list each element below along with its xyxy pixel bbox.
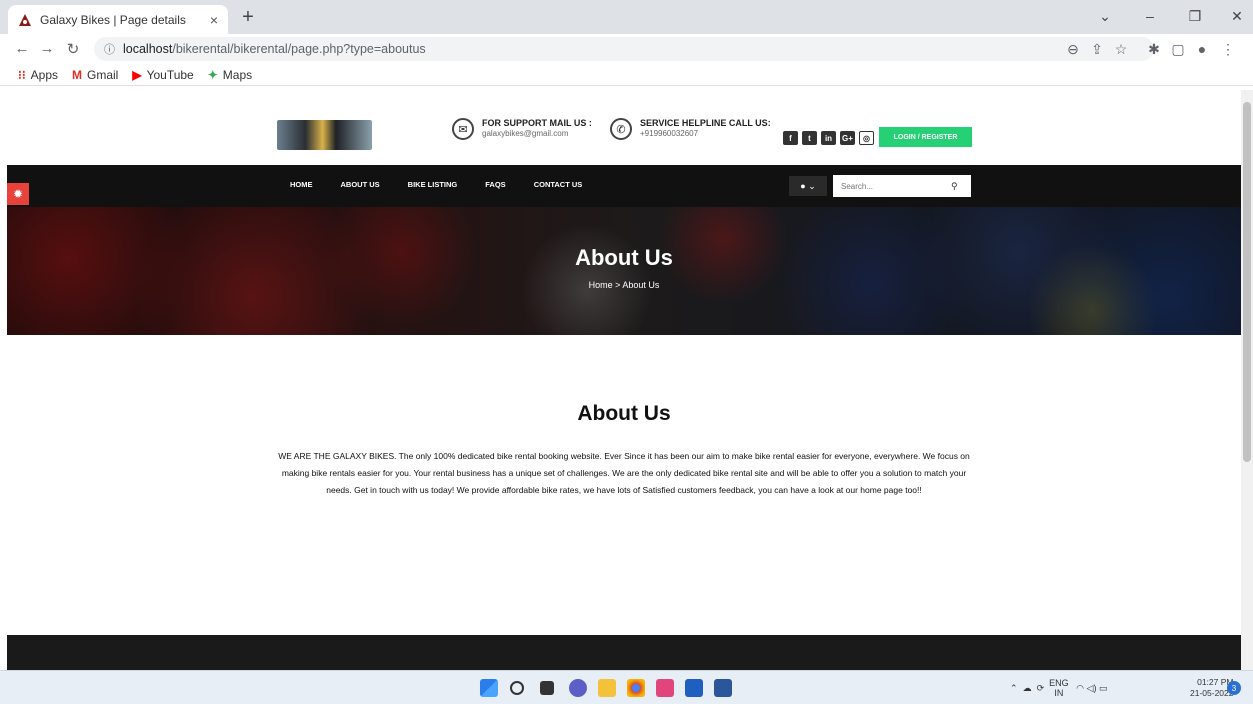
breadcrumb: Home > About Us [7, 280, 1241, 290]
browser-toolbar: ← → ↻ ⓘ localhost/bikerental/bikerental/… [0, 34, 1253, 64]
envelope-icon: ✉ [452, 118, 474, 140]
windows-start-icon[interactable] [480, 679, 498, 697]
instagram-icon[interactable]: ◎ [859, 131, 874, 145]
banner-title: About Us [575, 245, 673, 270]
bookmark-star-icon[interactable]: ☆ [1111, 41, 1131, 58]
support-mail-label: FOR SUPPORT MAIL US : [482, 118, 592, 128]
xampp-icon[interactable] [656, 679, 674, 697]
breadcrumb-separator: > [615, 280, 621, 290]
twitter-icon[interactable]: t [802, 131, 817, 145]
bookmark-gmail[interactable]: M Gmail [72, 68, 118, 82]
search-box: ⚲ [833, 175, 971, 197]
chrome-icon[interactable] [627, 679, 645, 697]
forward-arrow-icon[interactable]: → [37, 40, 57, 57]
nav-item-faqs[interactable]: FAQS [485, 180, 505, 189]
breadcrumb-current: About Us [622, 280, 660, 290]
scrollbar-thumb[interactable] [1243, 102, 1251, 462]
profile-avatar-icon[interactable]: ● [1192, 41, 1212, 57]
chevron-up-icon[interactable]: ⌃ [1010, 683, 1018, 694]
page-viewport: ✉ FOR SUPPORT MAIL US : galaxybikes@gmai… [7, 90, 1241, 670]
nav-menu: HOME ABOUT US BIKE LISTING FAQS CONTACT … [290, 180, 610, 189]
site-footer [7, 635, 1241, 670]
teams-chat-icon[interactable] [569, 679, 587, 697]
notification-badge[interactable]: 3 [1227, 681, 1241, 695]
helpline-info: ✆ SERVICE HELPLINE CALL US: +91996003260… [610, 118, 771, 140]
nav-item-bike-listing[interactable]: BIKE LISTING [408, 180, 458, 189]
helpline-label: SERVICE HELPLINE CALL US: [640, 118, 771, 128]
phone-icon: ✆ [610, 118, 632, 140]
main-nav: HOME ABOUT US BIKE LISTING FAQS CONTACT … [7, 165, 1241, 207]
nav-item-about-us[interactable]: ABOUT US [341, 180, 380, 189]
wifi-icon[interactable]: ◠ [1076, 683, 1084, 694]
task-view-icon[interactable] [540, 681, 554, 695]
cloud-icon[interactable]: ☁ [1023, 683, 1032, 694]
windows-taskbar: ⌃ ☁ ⟳ ENG IN ◠ ◁) ▭ 01:27 PM 21-05-2022 3 [0, 670, 1253, 704]
content-title: About Us [577, 402, 671, 425]
bookmark-youtube[interactable]: ▶ YouTube [132, 68, 193, 82]
social-links: f t in G+ ◎ [783, 131, 878, 145]
url-host: localhost [123, 42, 173, 56]
login-register-button[interactable]: LOGIN / REGISTER [879, 127, 972, 147]
zoom-icon[interactable]: ⊖ [1063, 41, 1083, 58]
bookmark-maps[interactable]: ✦ Maps [208, 68, 252, 82]
user-dropdown-button[interactable]: ● ⌄ [789, 176, 827, 196]
url-path: /bikerental/bikerental/page.php?type=abo… [172, 42, 426, 56]
content-body: WE ARE THE GALAXY BIKES. The only 100% d… [278, 451, 970, 495]
minimize-window-icon[interactable]: – [1135, 8, 1165, 24]
gmail-icon: M [72, 67, 82, 82]
extensions-puzzle-icon[interactable]: ✱ [1144, 41, 1164, 58]
search-input[interactable] [841, 181, 951, 191]
search-taskbar-icon[interactable] [510, 681, 524, 695]
page-banner: About Us Home > About Us [7, 207, 1241, 335]
support-mail-info: ✉ FOR SUPPORT MAIL US : galaxybikes@gmai… [452, 118, 592, 140]
galaxy-bikes-favicon-icon [19, 13, 31, 26]
facebook-icon[interactable]: f [783, 131, 798, 145]
site-info-icon[interactable]: ⓘ [104, 41, 115, 57]
store-icon[interactable] [685, 679, 703, 697]
chevron-down-icon: ⌄ [808, 180, 816, 191]
share-icon[interactable]: ⇪ [1087, 41, 1107, 58]
search-icon[interactable]: ⚲ [951, 181, 958, 192]
restore-window-icon[interactable]: ❐ [1180, 8, 1210, 25]
site-logo[interactable] [277, 120, 372, 150]
browser-tab-strip: Galaxy Bikes | Page details × + ⌄ – ❐ ✕ [0, 0, 1253, 34]
settings-gear-icon[interactable]: ✹ [7, 183, 29, 205]
nav-item-contact-us[interactable]: CONTACT US [534, 180, 583, 189]
new-tab-button[interactable]: + [236, 6, 260, 29]
user-circle-icon: ● [800, 181, 806, 191]
apps-grid-icon: ⁝⁝ [18, 67, 26, 82]
language-indicator[interactable]: ENG IN [1049, 678, 1069, 698]
battery-icon[interactable]: ▭ [1099, 683, 1108, 694]
page-scrollbar[interactable] [1241, 90, 1253, 670]
close-window-icon[interactable]: ✕ [1222, 8, 1252, 25]
linkedin-icon[interactable]: in [821, 131, 836, 145]
maps-icon: ✦ [207, 67, 218, 82]
back-arrow-icon[interactable]: ← [12, 40, 32, 57]
bookmark-apps[interactable]: ⁝⁝ Apps [18, 68, 58, 82]
side-panel-icon[interactable]: ▢ [1168, 41, 1188, 58]
nav-item-home[interactable]: HOME [290, 180, 313, 189]
youtube-icon: ▶ [132, 67, 142, 82]
address-bar[interactable]: ⓘ localhost/bikerental/bikerental/page.p… [94, 37, 1154, 61]
breadcrumb-home[interactable]: Home [589, 280, 613, 290]
support-email[interactable]: galaxybikes@gmail.com [482, 129, 592, 138]
file-explorer-icon[interactable] [598, 679, 616, 697]
helpline-phone[interactable]: +919960032607 [640, 129, 771, 138]
system-tray: ⌃ ☁ ⟳ ENG IN ◠ ◁) ▭ [1010, 678, 1108, 698]
sync-icon[interactable]: ⟳ [1037, 683, 1045, 694]
tab-search-chevron-icon[interactable]: ⌄ [1090, 8, 1120, 25]
tab-title: Galaxy Bikes | Page details [40, 12, 186, 27]
browser-tab[interactable]: Galaxy Bikes | Page details × [8, 5, 228, 34]
reload-icon[interactable]: ↻ [63, 40, 83, 58]
menu-kebab-icon[interactable]: ⋮ [1218, 41, 1238, 58]
bookmarks-bar: ⁝⁝ Apps M Gmail ▶ YouTube ✦ Maps [0, 64, 1253, 86]
word-icon[interactable] [714, 679, 732, 697]
volume-icon[interactable]: ◁) [1087, 683, 1097, 694]
tab-close-icon[interactable]: × [210, 12, 218, 28]
google-plus-icon[interactable]: G+ [840, 131, 855, 145]
